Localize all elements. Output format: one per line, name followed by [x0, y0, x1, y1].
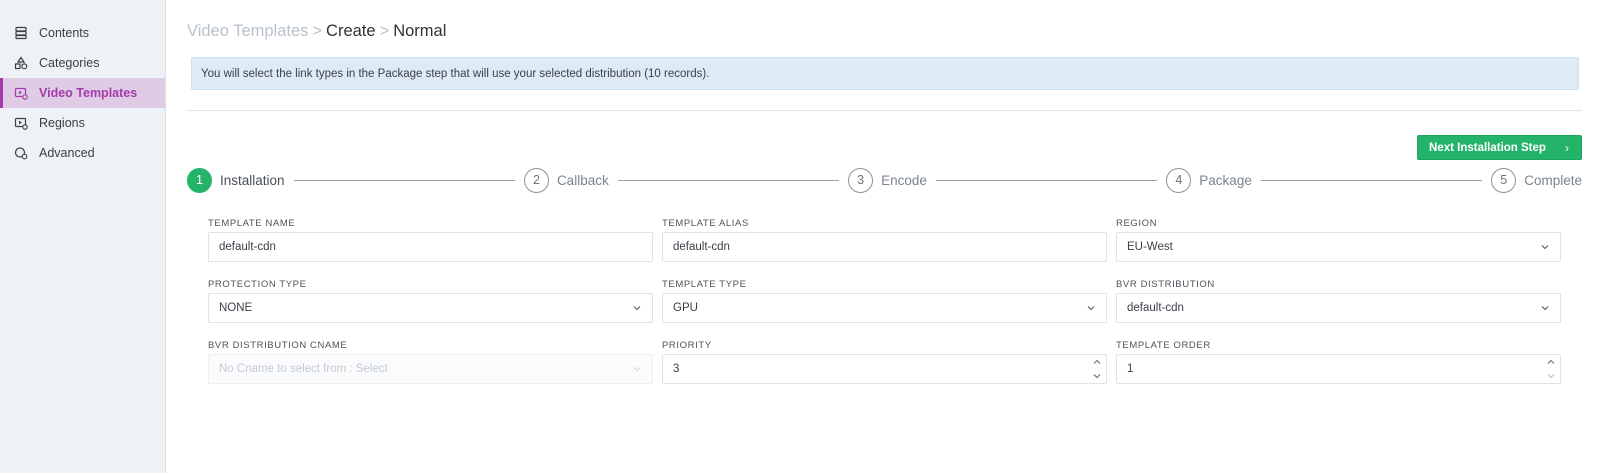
field-label: TEMPLATE ALIAS: [662, 218, 749, 229]
breadcrumb-separator: >: [312, 21, 323, 40]
bvr-distribution-field: BVR DISTRIBUTION default-cdn: [1116, 279, 1561, 340]
video-template-icon: [14, 86, 28, 100]
template-order-field: TEMPLATE ORDER 1: [1116, 340, 1561, 401]
sidebar-item-regions[interactable]: Regions: [0, 108, 165, 138]
next-button-label: Next Installation Step: [1429, 141, 1546, 154]
step-label: Complete: [1524, 172, 1583, 188]
field-label: TEMPLATE TYPE: [662, 279, 747, 290]
select-placeholder: No Cname to select from : Select: [219, 363, 388, 375]
app-window: Contents Categories Video Templates Regi…: [0, 0, 1600, 473]
template-order-input[interactable]: 1: [1116, 354, 1561, 384]
installation-form: TEMPLATE NAME default-cdn TEMPLATE ALIAS…: [208, 218, 1561, 401]
number-stepper[interactable]: [1092, 357, 1102, 381]
sidebar-item-contents[interactable]: Contents: [0, 18, 165, 48]
chevron-down-icon[interactable]: [1546, 371, 1556, 381]
step-number: 2: [523, 167, 549, 193]
input-value: 1: [1127, 363, 1134, 375]
chevron-right-icon: ›: [1565, 141, 1569, 155]
step-number: 5: [1491, 167, 1517, 193]
template-alias-input[interactable]: default-cdn: [662, 232, 1107, 262]
step-label: Callback: [556, 172, 609, 188]
bvr-distribution-cname-select: No Cname to select from : Select: [208, 354, 653, 384]
chevron-down-icon: [1541, 306, 1549, 311]
field-label: BVR DISTRIBUTION CNAME: [208, 340, 348, 351]
input-value: default-cdn: [219, 241, 276, 253]
breadcrumb-step: Create: [326, 21, 376, 40]
shapes-icon: [14, 56, 28, 70]
protection-type-field: PROTECTION TYPE NONE: [208, 279, 653, 340]
sidebar-item-categories[interactable]: Categories: [0, 48, 165, 78]
step-number: 4: [1166, 167, 1192, 193]
stepper: 1 Installation 2 Callback 3 Encode 4 Pac…: [187, 167, 1582, 193]
select-value: NONE: [219, 302, 253, 314]
sidebar-item-label: Contents: [39, 26, 90, 40]
step-encode[interactable]: 3 Encode: [848, 167, 927, 193]
region-select[interactable]: EU-West: [1116, 232, 1561, 262]
select-value: default-cdn: [1127, 302, 1184, 314]
template-name-input[interactable]: default-cdn: [208, 232, 653, 262]
sidebar-item-label: Video Templates: [39, 86, 138, 100]
field-label: TEMPLATE NAME: [208, 218, 296, 229]
info-banner: You will select the link types in the Pa…: [191, 57, 1579, 90]
select-value: GPU: [673, 302, 698, 314]
bvr-distribution-cname-field: BVR DISTRIBUTION CNAME No Cname to selec…: [208, 340, 653, 401]
advanced-icon: [14, 146, 28, 160]
input-value: default-cdn: [673, 241, 730, 253]
chevron-up-icon[interactable]: [1546, 357, 1556, 367]
field-label: PROTECTION TYPE: [208, 279, 307, 290]
sidebar: Contents Categories Video Templates Regi…: [0, 0, 166, 473]
bvr-distribution-select[interactable]: default-cdn: [1116, 293, 1561, 323]
field-label: PRIORITY: [662, 340, 712, 351]
sidebar-item-label: Categories: [39, 56, 100, 70]
chevron-down-icon: [633, 306, 641, 311]
divider: [187, 110, 1582, 111]
chevron-down-icon: [633, 367, 641, 372]
priority-field: PRIORITY 3: [662, 340, 1107, 401]
region-icon: [14, 116, 28, 130]
step-connector: [617, 179, 840, 181]
step-connector: [1260, 179, 1483, 181]
sidebar-item-label: Regions: [39, 116, 85, 130]
select-value: EU-West: [1127, 241, 1173, 253]
step-package[interactable]: 4 Package: [1166, 167, 1252, 193]
sidebar-item-video-templates[interactable]: Video Templates: [0, 78, 165, 108]
step-connector: [935, 179, 1158, 181]
field-label: TEMPLATE ORDER: [1116, 340, 1211, 351]
sidebar-item-label: Advanced: [39, 146, 95, 160]
input-value: 3: [673, 363, 680, 375]
chevron-down-icon[interactable]: [1092, 371, 1102, 381]
database-icon: [14, 26, 28, 40]
step-label: Encode: [881, 172, 927, 188]
breadcrumb-current: Normal: [393, 21, 447, 40]
step-number: 1: [187, 167, 212, 193]
sidebar-item-advanced[interactable]: Advanced: [0, 138, 165, 168]
step-callback[interactable]: 2 Callback: [523, 167, 609, 193]
priority-input[interactable]: 3: [662, 354, 1107, 384]
field-label: BVR DISTRIBUTION: [1116, 279, 1215, 290]
protection-type-select[interactable]: NONE: [208, 293, 653, 323]
breadcrumb-root-link[interactable]: Video Templates: [187, 22, 308, 41]
field-label: REGION: [1116, 218, 1158, 229]
step-label: Package: [1199, 172, 1252, 188]
template-name-field: TEMPLATE NAME default-cdn: [208, 218, 653, 279]
template-type-field: TEMPLATE TYPE GPU: [662, 279, 1107, 340]
breadcrumb-separator: >: [379, 21, 390, 40]
step-complete[interactable]: 5 Complete: [1491, 167, 1583, 193]
breadcrumb: Video Templates > Create > Normal: [187, 20, 1582, 42]
template-alias-field: TEMPLATE ALIAS default-cdn: [662, 218, 1107, 279]
step-installation[interactable]: 1 Installation: [187, 167, 285, 193]
chevron-down-icon: [1087, 306, 1095, 311]
next-installation-step-button[interactable]: Next Installation Step ›: [1417, 135, 1582, 160]
step-number: 3: [848, 167, 874, 193]
region-field: REGION EU-West: [1116, 218, 1561, 279]
step-connector: [293, 179, 515, 181]
step-label: Installation: [220, 172, 285, 188]
chevron-down-icon: [1541, 245, 1549, 250]
chevron-up-icon[interactable]: [1092, 357, 1102, 367]
number-stepper[interactable]: [1546, 357, 1556, 381]
main-content: Video Templates > Create > Normal You wi…: [166, 0, 1600, 473]
template-type-select[interactable]: GPU: [662, 293, 1107, 323]
